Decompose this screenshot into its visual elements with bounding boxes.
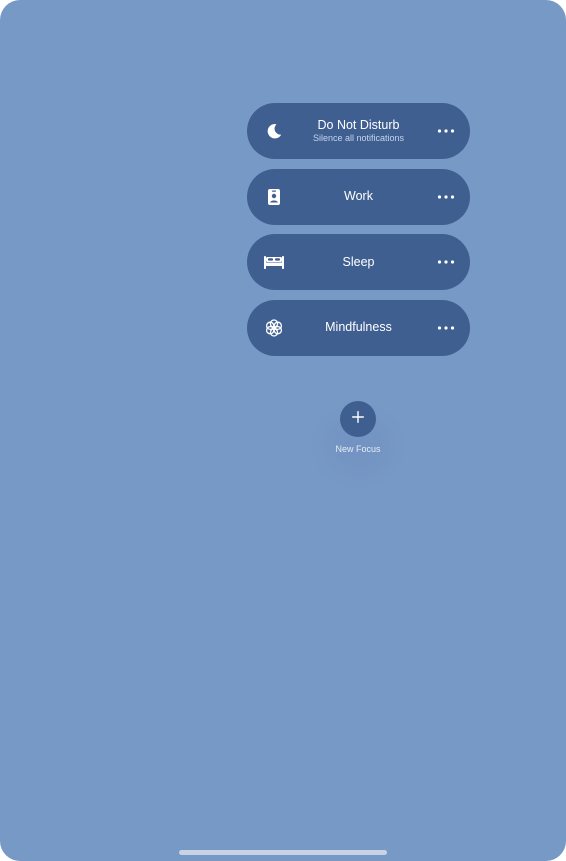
focus-item-work[interactable]: Work [247,168,470,225]
focus-item-labels: Sleep [291,234,426,290]
focus-item-labels: Mindfulness [291,300,426,356]
focus-item-sleep[interactable]: Sleep [247,234,470,290]
id-badge-icon [263,187,285,207]
more-options-icon[interactable] [434,316,458,340]
new-focus-label: New Focus [335,444,381,454]
more-options-icon[interactable] [434,185,458,209]
focus-item-subtitle: Silence all notifications [312,133,405,143]
bed-icon [263,252,285,272]
focus-item-labels: Do Not Disturb Silence all notifications [291,103,426,159]
more-options-icon[interactable] [434,119,458,143]
focus-item-mindfulness[interactable]: Mindfulness [247,299,470,356]
plus-icon [351,410,365,429]
new-focus-control: New Focus [308,401,408,491]
focus-item-do-not-disturb[interactable]: Do Not Disturb Silence all notifications [247,103,470,159]
focus-mode-list: Do Not Disturb Silence all notifications [247,103,470,365]
new-focus-button[interactable] [340,401,376,437]
focus-screen: Do Not Disturb Silence all notifications [0,0,566,861]
flower-icon [263,318,285,338]
focus-item-title: Sleep [342,254,375,269]
moon-icon [263,121,285,141]
focus-item-title: Do Not Disturb [317,118,400,132]
focus-item-title: Work [344,189,373,203]
focus-item-labels: Work [291,169,426,225]
more-options-icon[interactable] [434,250,458,274]
focus-item-title: Mindfulness [325,320,392,334]
home-indicator[interactable] [179,850,387,855]
